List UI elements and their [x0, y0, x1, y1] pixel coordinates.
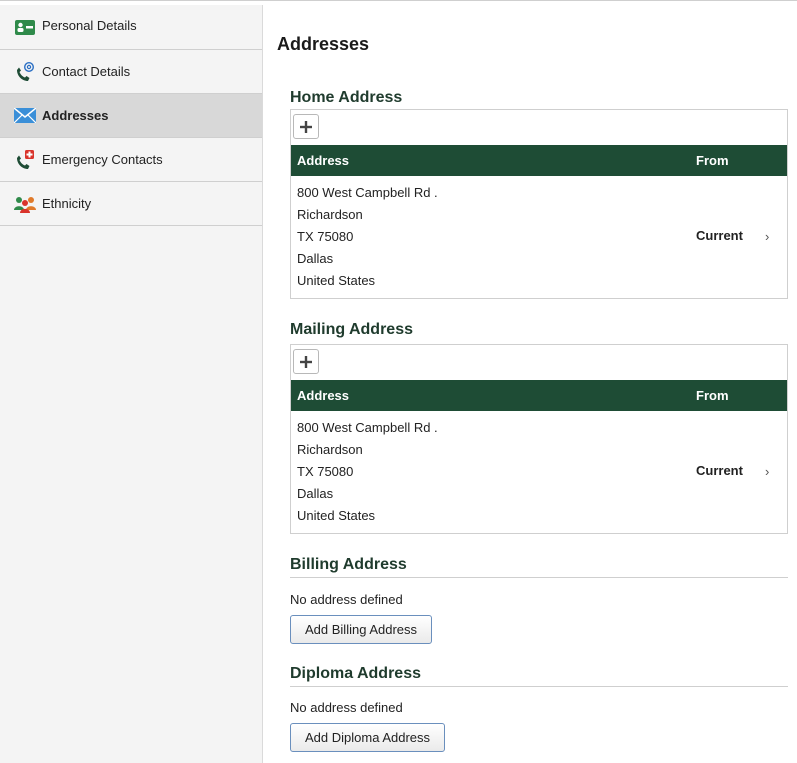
column-header-address: Address: [297, 388, 350, 403]
home-address-row[interactable]: 800 West Campbell Rd . Richardson TX 750…: [291, 176, 787, 296]
billing-address-title: Billing Address: [290, 556, 407, 573]
add-mailing-address-button[interactable]: [293, 349, 319, 374]
add-home-address-button[interactable]: [293, 114, 319, 139]
sidebar-item-emergency-contacts[interactable]: Emergency Contacts: [0, 138, 262, 182]
section-divider: [290, 686, 788, 687]
address-line: Dallas: [297, 251, 334, 266]
sidebar-item-label: Personal Details: [42, 18, 137, 33]
address-line: Dallas: [297, 486, 334, 501]
sidebar-item-personal-details[interactable]: Personal Details: [0, 5, 262, 50]
page-title: Addresses: [277, 34, 370, 54]
home-address-title: Home Address: [290, 89, 403, 106]
chevron-right-icon: ›: [765, 229, 770, 244]
sidebar-item-label: Emergency Contacts: [42, 152, 163, 167]
mailing-address-box: Address From 800 West Campbell Rd . Rich…: [290, 344, 788, 534]
sidebar-item-addresses[interactable]: Addresses: [0, 94, 262, 138]
column-header-from: From: [696, 153, 729, 168]
chevron-right-icon: ›: [765, 464, 770, 479]
address-line: United States: [297, 273, 376, 288]
address-line: TX 75080: [297, 229, 354, 244]
envelope-icon: [14, 107, 36, 125]
address-line: 800 West Campbell Rd .: [297, 185, 438, 200]
sidebar-item-contact-details[interactable]: Contact Details: [0, 50, 262, 94]
sidebar: Personal Details Contact Details Address…: [0, 5, 263, 763]
phone-emergency-icon: [14, 149, 36, 169]
address-lines: 800 West Campbell Rd . Richardson TX 750…: [297, 182, 438, 292]
from-value: Current: [696, 463, 743, 478]
add-diploma-address-button[interactable]: Add Diploma Address: [290, 723, 446, 752]
section-divider: [290, 577, 788, 578]
column-header-address: Address: [297, 153, 350, 168]
sidebar-item-ethnicity[interactable]: Ethnicity: [0, 182, 262, 226]
people-icon: [14, 195, 36, 213]
address-line: United States: [297, 508, 376, 523]
home-address-table-header: Address From: [291, 145, 787, 176]
diploma-empty-text: No address defined: [290, 700, 403, 715]
add-billing-address-button[interactable]: Add Billing Address: [290, 615, 433, 644]
phone-at-icon: [14, 61, 36, 81]
sidebar-item-label: Contact Details: [42, 64, 131, 79]
sidebar-item-label: Ethnicity: [42, 196, 92, 211]
home-address-box: Address From 800 West Campbell Rd . Rich…: [290, 109, 788, 299]
plus-icon: [300, 120, 312, 133]
billing-empty-text: No address defined: [290, 592, 403, 607]
id-card-icon: [14, 18, 36, 36]
address-lines: 800 West Campbell Rd . Richardson TX 750…: [297, 417, 438, 527]
sidebar-item-label: Addresses: [42, 108, 109, 123]
mailing-address-row[interactable]: 800 West Campbell Rd . Richardson TX 750…: [291, 411, 787, 531]
from-value: Current: [696, 228, 743, 243]
diploma-address-title: Diploma Address: [290, 665, 421, 682]
address-line: TX 75080: [297, 464, 354, 479]
address-line: Richardson: [297, 442, 363, 457]
plus-icon: [300, 355, 312, 368]
address-line: 800 West Campbell Rd .: [297, 420, 438, 435]
column-header-from: From: [696, 388, 729, 403]
mailing-address-table-header: Address From: [291, 380, 787, 411]
address-line: Richardson: [297, 207, 363, 222]
mailing-address-title: Mailing Address: [290, 321, 413, 338]
